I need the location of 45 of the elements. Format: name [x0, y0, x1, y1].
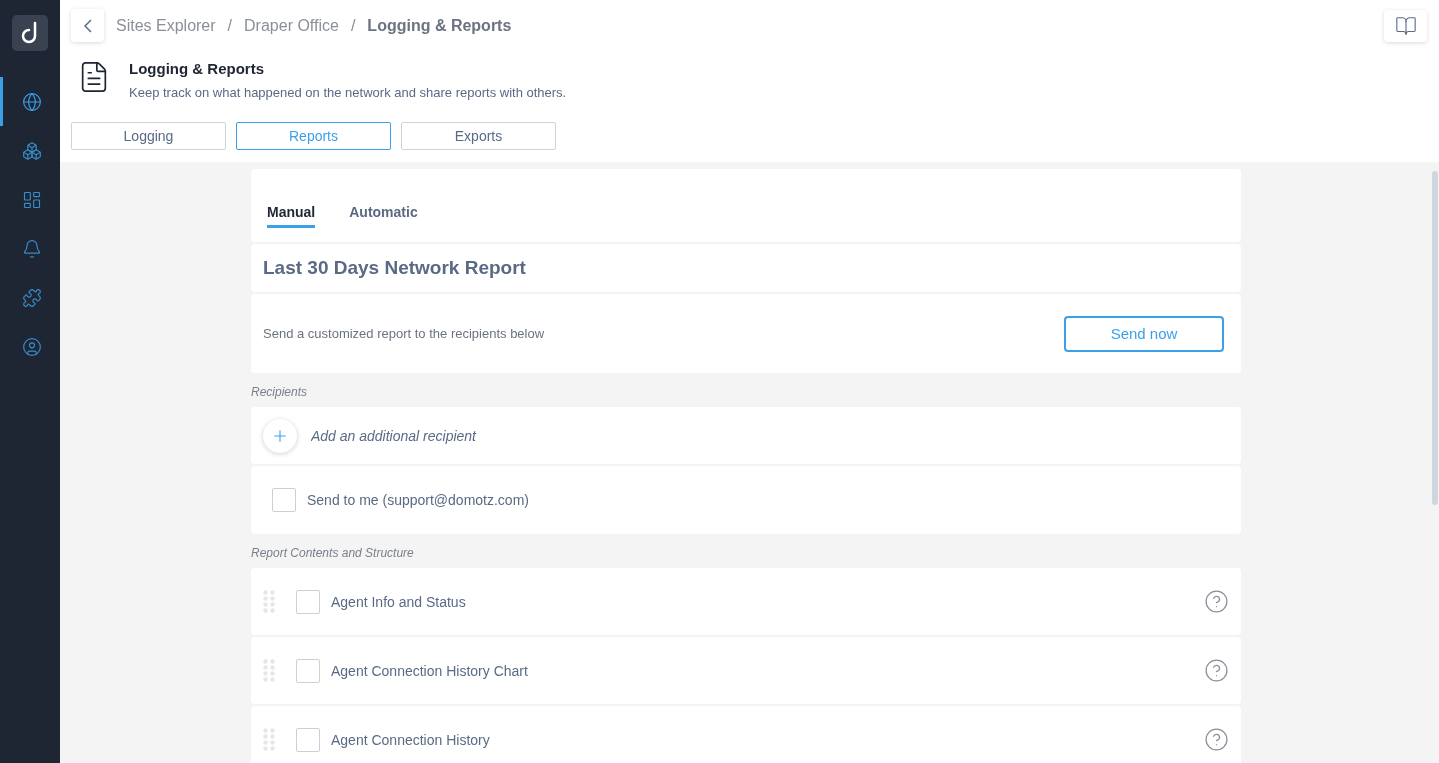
- report-title: Last 30 Days Network Report: [263, 257, 526, 279]
- drag-handle-icon[interactable]: [263, 590, 275, 613]
- checkbox-label: Agent Connection History: [331, 731, 490, 748]
- breadcrumb-separator: /: [350, 16, 356, 35]
- user-icon: [21, 336, 42, 357]
- page-subtitle: Keep track on what happened on the network and share reports with others.: [129, 85, 567, 100]
- add-button[interactable]: [263, 418, 297, 453]
- tab[interactable]: Logging: [71, 122, 226, 150]
- checkbox-label: Agent Connection History Chart: [331, 662, 528, 679]
- help-icon[interactable]: [1204, 589, 1229, 614]
- scrollbar-thumb[interactable]: [1432, 171, 1438, 505]
- checkbox-label: Agent Info and Status: [331, 593, 466, 610]
- book-icon: [1394, 14, 1417, 37]
- globe-icon: [21, 91, 42, 112]
- tab[interactable]: Reports: [236, 122, 391, 150]
- breadcrumb-current: Logging & Reports: [367, 16, 512, 35]
- recipient-field[interactable]: Add an additional recipient: [251, 407, 1241, 464]
- cubes-icon: [21, 140, 42, 161]
- section-label: Report Contents and Structure: [251, 545, 415, 562]
- section-label: Recipients: [251, 384, 309, 401]
- page-title: Logging & Reports: [129, 60, 265, 77]
- book-button[interactable]: [1384, 9, 1427, 42]
- drag-handle-icon[interactable]: [263, 728, 275, 751]
- dashboard-icon: [21, 189, 42, 210]
- checkbox[interactable]: [296, 589, 320, 614]
- checkbox[interactable]: [272, 488, 296, 512]
- report-description: Send a customized report to the recipients below: [263, 326, 546, 341]
- breadcrumb-link[interactable]: Draper Office: [244, 16, 339, 35]
- checkbox[interactable]: [296, 658, 320, 683]
- tab[interactable]: Exports: [401, 122, 556, 150]
- puzzle-icon: [21, 287, 42, 308]
- help-icon[interactable]: [1204, 658, 1229, 683]
- breadcrumb-separator: /: [227, 16, 233, 35]
- chevron-left-icon: [83, 18, 92, 33]
- subtab[interactable]: Automatic: [349, 198, 418, 228]
- logo-icon[interactable]: [12, 15, 48, 51]
- back-button[interactable]: [71, 9, 104, 42]
- subtab[interactable]: Manual: [267, 198, 316, 228]
- breadcrumb-link[interactable]: Sites Explorer: [116, 16, 216, 35]
- checkbox-label: Send to me (support@domotz.com): [307, 492, 529, 508]
- drag-handle-icon[interactable]: [263, 659, 275, 682]
- checkbox[interactable]: [296, 727, 320, 752]
- bell-icon: [21, 238, 42, 259]
- send-now-button[interactable]: Send now: [1064, 315, 1224, 352]
- help-icon[interactable]: [1204, 727, 1229, 752]
